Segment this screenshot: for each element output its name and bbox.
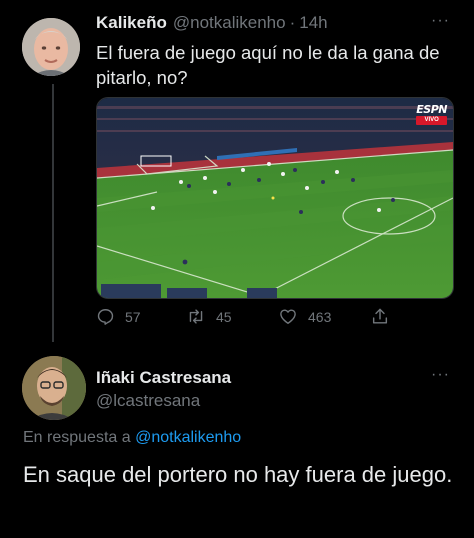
author-handle[interactable]: @notkalikenho	[173, 13, 286, 32]
reply-author-handle[interactable]: @lcastresana	[96, 391, 200, 411]
replying-to-label: En respuesta a	[23, 429, 131, 446]
reply-count: 57	[125, 308, 141, 325]
tweet-media-image[interactable]: ESPN VIVO	[96, 97, 454, 299]
author-name[interactable]: Kalikeño	[96, 13, 167, 32]
retweet-count: 45	[216, 308, 232, 325]
more-icon[interactable]: ···	[431, 366, 450, 384]
like-count: 463	[308, 308, 332, 325]
tweet-header: Kalikeño @notkalikenho · 14h	[96, 13, 328, 33]
reply-button[interactable]: 57	[96, 307, 141, 326]
reply-text: En saque del portero no hay fuera de jue…	[23, 462, 453, 487]
retweet-button[interactable]: 45	[186, 307, 232, 326]
more-icon[interactable]: ···	[431, 12, 450, 30]
thread-connector	[52, 84, 54, 342]
football-pitch-image	[97, 98, 453, 298]
espn-logo: ESPN	[416, 103, 447, 116]
like-button[interactable]: 463	[278, 307, 331, 326]
tweet-timestamp[interactable]: 14h	[299, 13, 327, 32]
heart-icon	[280, 309, 296, 324]
tweet-text: El fuera de juego aquí no le da la gana …	[96, 42, 440, 88]
replying-to-mention[interactable]: @notkalikenho	[135, 429, 241, 446]
reply-author-name[interactable]: Iñaki Castresana	[96, 368, 231, 388]
author-avatar[interactable]	[22, 18, 80, 76]
share-button[interactable]	[370, 307, 400, 326]
reply-author-avatar[interactable]	[22, 356, 86, 420]
share-icon	[372, 308, 388, 324]
broadcaster-badge: ESPN VIVO	[416, 104, 447, 125]
replying-to-line: En respuesta a @notkalikenho	[23, 429, 241, 447]
retweet-icon	[189, 309, 203, 324]
reply-icon	[97, 309, 114, 325]
tweet-thread: Kalikeño @notkalikenho · 14h ··· El fuera d…	[0, 0, 474, 538]
tweet-actions: 57 45 463	[96, 307, 396, 329]
live-label: VIVO	[416, 116, 447, 125]
separator-dot: ·	[289, 13, 296, 32]
